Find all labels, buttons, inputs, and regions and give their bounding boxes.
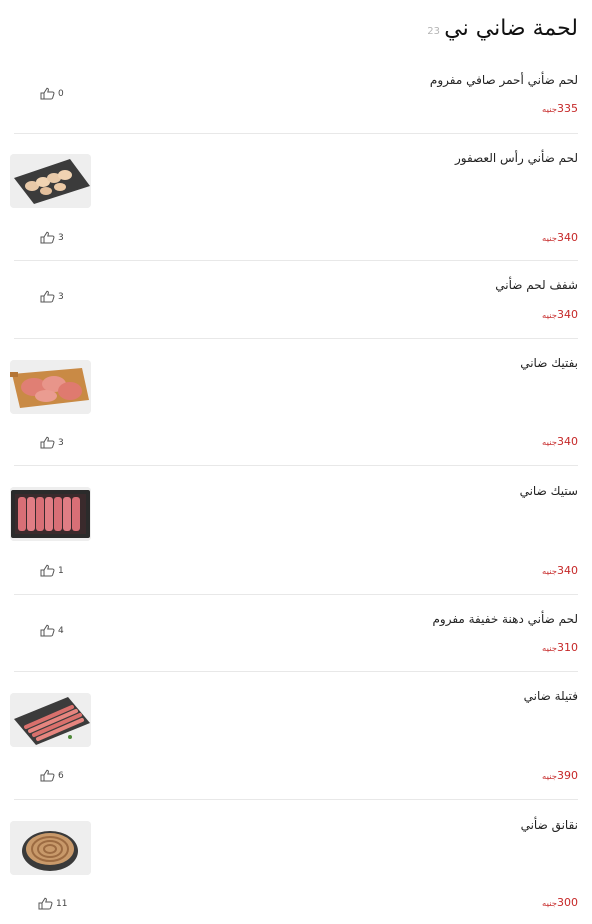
price-currency: جنيه: [542, 311, 557, 321]
item-image[interactable]: [10, 154, 91, 208]
like-button[interactable]: 11: [38, 897, 67, 910]
like-count: 3: [58, 232, 64, 243]
category-header: لحمة ضاني ني 23: [0, 14, 592, 54]
price-value: 300: [557, 896, 578, 909]
price-currency: جنيه: [542, 234, 557, 244]
price-value: 340: [557, 564, 578, 577]
item-price: 340جنيه: [542, 231, 578, 244]
menu-item[interactable]: لحم ضأني رأس العصفور 340جنيه 3: [0, 134, 592, 261]
menu-item[interactable]: بفتيك ضاني 340جنيه 3: [0, 339, 592, 466]
like-count: 11: [56, 898, 68, 909]
price-currency: جنيه: [542, 644, 557, 654]
item-name: لحم ضأني دهنة خفيفة مفروم: [432, 612, 578, 626]
price-currency: جنيه: [542, 105, 557, 115]
like-button[interactable]: 3: [40, 290, 64, 303]
menu-item[interactable]: فتيلة ضاني 390جنيه 6: [0, 672, 592, 800]
price-value: 335: [557, 102, 578, 115]
like-count: 3: [58, 437, 64, 448]
like-button[interactable]: 3: [40, 436, 64, 449]
item-name: نقانق ضأني: [520, 818, 578, 832]
item-name: لحم ضأني رأس العصفور: [454, 151, 578, 165]
like-count: 4: [58, 625, 64, 636]
like-count: 1: [58, 565, 64, 576]
like-button[interactable]: 6: [40, 769, 64, 782]
item-price: 335جنيه: [542, 102, 578, 115]
category-count: 23: [427, 26, 440, 37]
thumbs-up-icon: [40, 624, 55, 637]
price-currency: جنيه: [542, 438, 557, 448]
price-value: 390: [557, 769, 578, 782]
like-button[interactable]: 1: [40, 564, 64, 577]
thumbs-up-icon: [40, 231, 55, 244]
like-count: 3: [58, 291, 64, 302]
price-currency: جنيه: [542, 567, 557, 577]
like-button[interactable]: 0: [40, 87, 64, 100]
item-name: شفف لحم ضأني: [495, 278, 578, 292]
menu-item[interactable]: لحم ضأني أحمر صافي مفروم 335جنيه 0: [0, 62, 592, 134]
item-image[interactable]: [10, 360, 91, 414]
item-price: 310جنيه: [542, 641, 578, 654]
item-name: فتيلة ضاني: [523, 689, 578, 703]
item-price: 300جنيه: [542, 896, 578, 909]
like-count: 0: [58, 88, 64, 99]
menu-item[interactable]: لحم ضأني دهنة خفيفة مفروم 310جنيه 4: [0, 595, 592, 672]
price-value: 340: [557, 308, 578, 321]
price-value: 310: [557, 641, 578, 654]
price-value: 340: [557, 231, 578, 244]
like-button[interactable]: 3: [40, 231, 64, 244]
thumbs-up-icon: [40, 769, 55, 782]
category-title: لحمة ضاني ني: [444, 16, 578, 41]
thumbs-up-icon: [40, 436, 55, 449]
thumbs-up-icon: [40, 87, 55, 100]
menu-item[interactable]: نقانق ضأني 300جنيه 11: [0, 800, 592, 924]
thumbs-up-icon: [40, 564, 55, 577]
thumbs-up-icon: [38, 897, 53, 910]
menu-item[interactable]: ستيك ضاني 340جنيه 1: [0, 466, 592, 595]
like-count: 6: [58, 770, 64, 781]
item-name: لحم ضأني أحمر صافي مفروم: [429, 73, 578, 87]
price-currency: جنيه: [542, 899, 557, 909]
price-value: 340: [557, 435, 578, 448]
menu-item[interactable]: شفف لحم ضأني 340جنيه 3: [0, 261, 592, 339]
item-price: 340جنيه: [542, 564, 578, 577]
like-button[interactable]: 4: [40, 624, 64, 637]
item-name: بفتيك ضاني: [520, 356, 578, 370]
item-image[interactable]: [10, 487, 91, 541]
price-currency: جنيه: [542, 772, 557, 782]
item-image[interactable]: [10, 821, 91, 875]
item-name: ستيك ضاني: [519, 484, 578, 498]
item-price: 340جنيه: [542, 308, 578, 321]
item-image[interactable]: [10, 693, 91, 747]
item-price: 390جنيه: [542, 769, 578, 782]
item-price: 340جنيه: [542, 435, 578, 448]
thumbs-up-icon: [40, 290, 55, 303]
